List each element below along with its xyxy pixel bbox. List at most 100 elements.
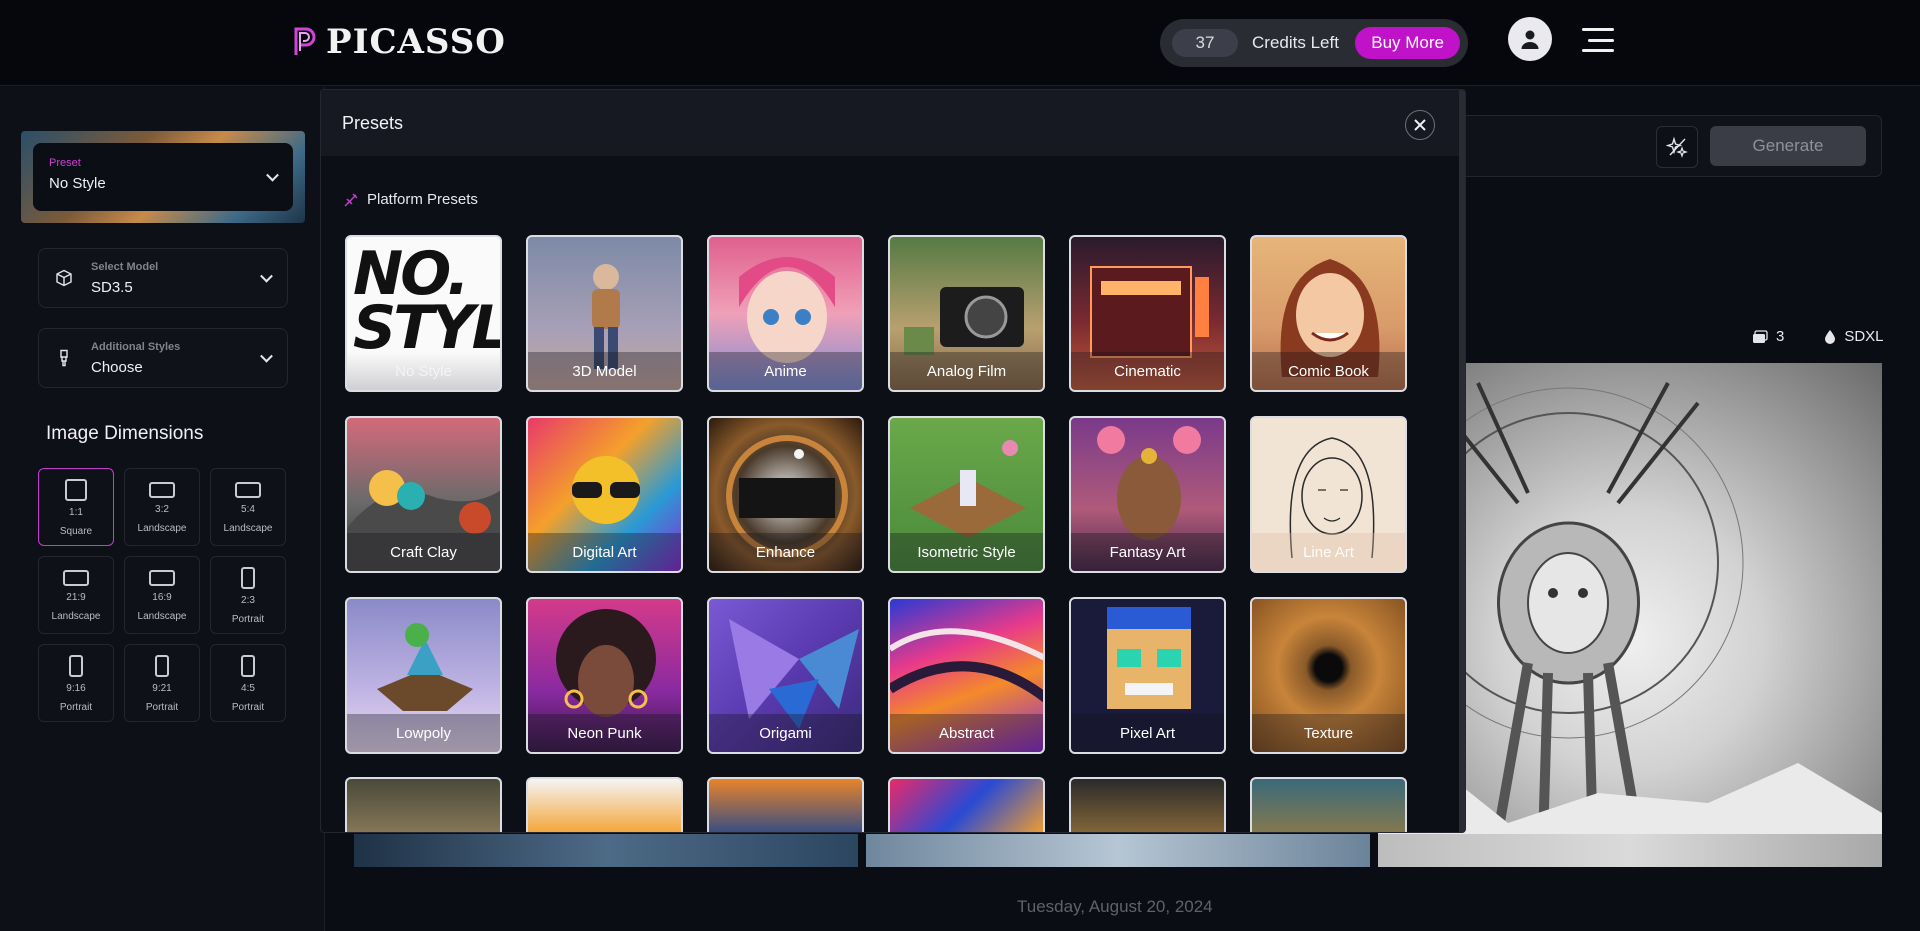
model-label: Select Model <box>91 261 159 273</box>
preset-card-pixel-art[interactable]: Pixel Art <box>1069 597 1226 754</box>
dimension-option-3-2[interactable]: 3:2 Landscape <box>124 468 200 546</box>
preset-grid: NO.STYLE No Style 3D Model Anime <box>345 235 1407 754</box>
chevron-down-icon <box>260 269 273 283</box>
preset-card-texture[interactable]: Texture <box>1250 597 1407 754</box>
ratio-shape-icon <box>65 479 87 501</box>
user-avatar-button[interactable] <box>1508 17 1552 61</box>
ratio-name: Square <box>59 526 93 537</box>
preset-card-partial-3[interactable] <box>707 777 864 832</box>
preset-select[interactable]: Preset No Style <box>33 143 293 211</box>
ratio-shape-icon <box>63 570 89 586</box>
dimension-option-9-21[interactable]: 9:21 Portrait <box>124 644 200 722</box>
dimension-option-2-3[interactable]: 2:3 Portrait <box>210 556 286 634</box>
presets-modal: Presets Platform Presets NO.STYLE No Sty… <box>320 89 1466 833</box>
preset-grid-next-row <box>345 777 1407 832</box>
preset-label: Origami <box>709 714 862 752</box>
cube-icon <box>56 269 72 287</box>
preset-card-analog-film[interactable]: Analog Film <box>888 235 1045 392</box>
preset-card-fantasy-art[interactable]: Fantasy Art <box>1069 416 1226 573</box>
preset-label: Pixel Art <box>1071 714 1224 752</box>
ratio-label: 3:2 <box>155 504 169 515</box>
ratio-name: Portrait <box>145 702 179 713</box>
preset-card-anime[interactable]: Anime <box>707 235 864 392</box>
ratio-label: 2:3 <box>241 595 255 606</box>
preset-card-partial-2[interactable] <box>526 777 683 832</box>
preset-card-cinematic[interactable]: Cinematic <box>1069 235 1226 392</box>
preset-card-partial-5[interactable] <box>1069 777 1226 832</box>
preset-label: Isometric Style <box>890 533 1043 571</box>
dimension-option-21-9[interactable]: 21:9 Landscape <box>38 556 114 634</box>
preset-label: Texture <box>1252 714 1405 752</box>
preset-card-lowpoly[interactable]: Lowpoly <box>345 597 502 754</box>
preset-card-partial-1[interactable] <box>345 777 502 832</box>
preset-card-origami[interactable]: Origami <box>707 597 864 754</box>
preset-card-digital-art[interactable]: Digital Art <box>526 416 683 573</box>
ratio-label: 1:1 <box>69 507 83 518</box>
preset-label: No Style <box>347 352 500 390</box>
preset-card-partial-4[interactable] <box>888 777 1045 832</box>
model-tag: SDXL <box>1844 328 1884 345</box>
wand-icon <box>344 192 358 207</box>
additional-styles-select[interactable]: Additional Styles Choose <box>38 328 288 388</box>
enhance-prompt-button[interactable] <box>1656 126 1698 168</box>
buy-more-button[interactable]: Buy More <box>1355 27 1460 59</box>
brand-logo[interactable]: PICASSO <box>290 22 506 62</box>
preset-label: Comic Book <box>1252 352 1405 390</box>
no-style-artwork-image: NO.STYLE <box>353 239 500 363</box>
image-count: 3 <box>1776 328 1785 345</box>
preset-card-craft-clay[interactable]: Craft Clay <box>345 416 502 573</box>
ratio-shape-icon <box>155 655 169 677</box>
gallery-image-2[interactable] <box>866 834 1370 867</box>
credits-count: 37 <box>1172 29 1238 57</box>
modal-scrollbar[interactable] <box>1459 90 1465 832</box>
preset-card-partial-6[interactable] <box>1250 777 1407 832</box>
platform-presets-heading: Platform Presets <box>343 191 478 208</box>
sparkle-icon <box>1666 136 1688 158</box>
credits-label: Credits Left <box>1252 33 1339 52</box>
ratio-shape-icon <box>149 570 175 586</box>
dimension-option-5-4[interactable]: 5:4 Landscape <box>210 468 286 546</box>
preset-label: Preset <box>49 157 81 169</box>
ratio-label: 9:21 <box>152 683 172 694</box>
image-dimensions-title: Image Dimensions <box>46 423 204 444</box>
ratio-label: 21:9 <box>66 592 86 603</box>
top-bar: PICASSO 37 Credits Left Buy More <box>0 0 1920 86</box>
images-icon <box>1753 329 1768 343</box>
dimension-options: 1:1 Square 3:2 Landscape 5:4 Landscape 2… <box>38 468 286 722</box>
modal-title: Presets <box>342 112 404 133</box>
preset-card-isometric-style[interactable]: Isometric Style <box>888 416 1045 573</box>
preset-card-no-style[interactable]: NO.STYLE No Style <box>345 235 502 392</box>
generate-button[interactable]: Generate <box>1710 126 1866 166</box>
preset-card-line-art[interactable]: Line Art <box>1250 416 1407 573</box>
gallery-date: Tuesday, August 20, 2024 <box>1017 897 1213 916</box>
preset-card-3d-model[interactable]: 3D Model <box>526 235 683 392</box>
preset-card-comic-book[interactable]: Comic Book <box>1250 235 1407 392</box>
close-modal-button[interactable] <box>1405 110 1435 140</box>
preset-card-enhance[interactable]: Enhance <box>707 416 864 573</box>
preset-label: Analog Film <box>890 352 1043 390</box>
drop-icon <box>1825 330 1836 344</box>
model-select[interactable]: Select Model SD3.5 <box>38 248 288 308</box>
dimension-option-square[interactable]: 1:1 Square <box>38 468 114 546</box>
dimension-option-9-16[interactable]: 9:16 Portrait <box>38 644 114 722</box>
ratio-shape-icon <box>69 655 83 677</box>
dimension-option-16-9[interactable]: 16:9 Landscape <box>124 556 200 634</box>
styles-label: Additional Styles <box>91 341 181 353</box>
ratio-shape-icon <box>241 567 255 589</box>
gallery-image-3[interactable] <box>1378 834 1882 867</box>
ratio-name: Landscape <box>137 523 187 534</box>
preset-label: Lowpoly <box>347 714 500 752</box>
preset-card-neon-punk[interactable]: Neon Punk <box>526 597 683 754</box>
dimension-option-4-5[interactable]: 4:5 Portrait <box>210 644 286 722</box>
preset-thumbnail: Preset No Style <box>21 131 305 223</box>
preset-card-abstract[interactable]: Abstract <box>888 597 1045 754</box>
preset-value: No Style <box>49 175 106 192</box>
hamburger-menu-icon[interactable] <box>1582 28 1614 52</box>
gallery-image-1[interactable] <box>354 834 858 867</box>
settings-sidebar: Preset No Style Select Model SD3.5 Addit… <box>0 87 325 931</box>
preset-label: Anime <box>709 352 862 390</box>
ratio-label: 4:5 <box>241 683 255 694</box>
model-value: SD3.5 <box>91 279 133 296</box>
user-icon <box>1521 30 1539 49</box>
ratio-shape-icon <box>149 482 175 498</box>
